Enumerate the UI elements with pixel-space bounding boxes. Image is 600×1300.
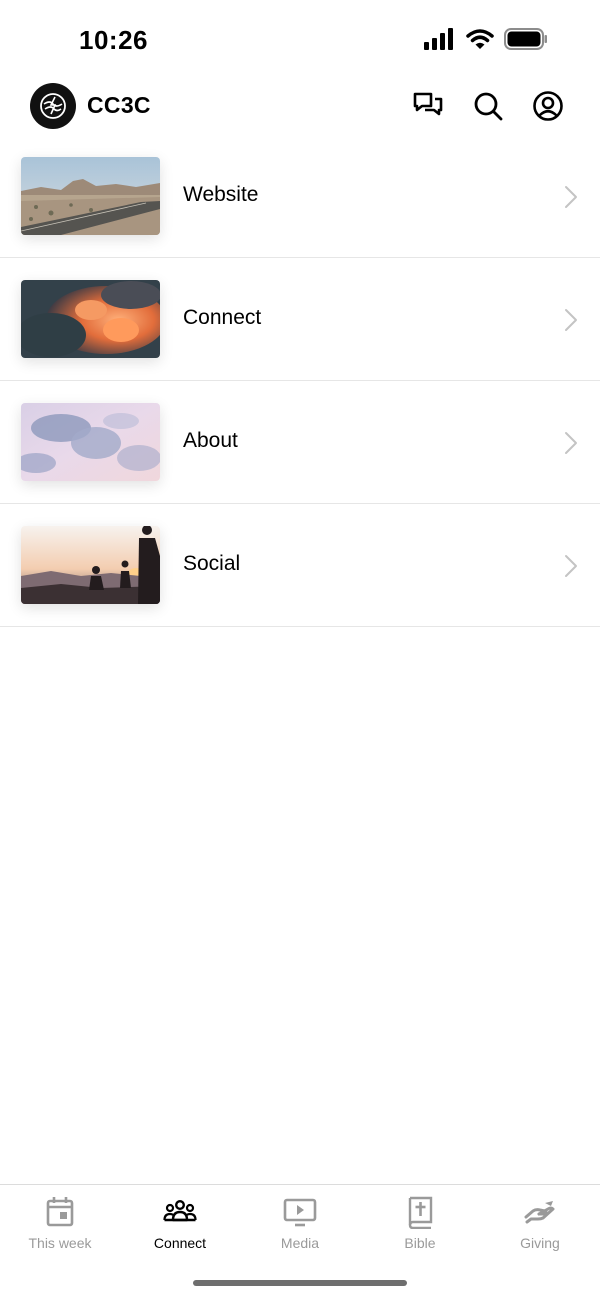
status-bar: 10:26 <box>0 0 600 70</box>
church-logo-icon[interactable] <box>30 83 76 129</box>
chevron-right-icon <box>564 431 578 455</box>
tab-media[interactable]: Media <box>240 1185 360 1265</box>
calendar-icon <box>43 1195 77 1229</box>
list-item-connect[interactable]: Connect <box>0 258 600 381</box>
list-item-website[interactable]: Website <box>0 135 600 258</box>
tab-label: This week <box>28 1235 92 1251</box>
chevron-right-icon <box>564 554 578 578</box>
tab-label: Connect <box>153 1235 207 1251</box>
search-icon[interactable] <box>472 90 504 122</box>
chevron-right-icon <box>564 308 578 332</box>
list-item-label: Social <box>183 552 241 575</box>
tab-label: Media <box>280 1235 320 1251</box>
wifi-icon <box>466 28 494 55</box>
status-icons <box>424 28 548 55</box>
status-time: 10:26 <box>79 25 148 55</box>
desert-road-photo <box>21 157 160 235</box>
tab-bible[interactable]: Bible <box>360 1185 480 1265</box>
header-actions <box>412 90 564 122</box>
app-header: CC3C <box>0 78 600 134</box>
sunset-clouds-photo <box>21 280 160 358</box>
mountain-sunset-silhouettes-photo <box>21 526 160 604</box>
list-item-about[interactable]: About <box>0 381 600 504</box>
home-indicator[interactable] <box>193 1280 407 1286</box>
people-icon <box>163 1195 197 1229</box>
bible-icon <box>403 1195 437 1230</box>
list-item-label: Connect <box>183 306 262 329</box>
list-item-label: About <box>183 429 238 452</box>
tab-connect[interactable]: Connect <box>120 1185 240 1265</box>
chat-icon[interactable] <box>412 90 444 122</box>
profile-icon[interactable] <box>532 90 564 122</box>
tab-label: Giving <box>520 1235 560 1251</box>
signal-icon <box>424 28 456 55</box>
app-title: CC3C <box>87 92 151 118</box>
battery-icon <box>504 28 548 55</box>
tab-label: Bible <box>404 1235 436 1251</box>
giving-hand-icon <box>523 1195 557 1229</box>
chevron-right-icon <box>564 185 578 209</box>
video-icon <box>283 1195 317 1229</box>
tab-giving[interactable]: Giving <box>480 1185 600 1265</box>
link-list: Website Connect About Social <box>0 135 600 627</box>
list-item-label: Website <box>183 183 259 206</box>
list-item-social[interactable]: Social <box>0 504 600 627</box>
tab-this-week[interactable]: This week <box>0 1185 120 1265</box>
pastel-sky-photo <box>21 403 160 481</box>
